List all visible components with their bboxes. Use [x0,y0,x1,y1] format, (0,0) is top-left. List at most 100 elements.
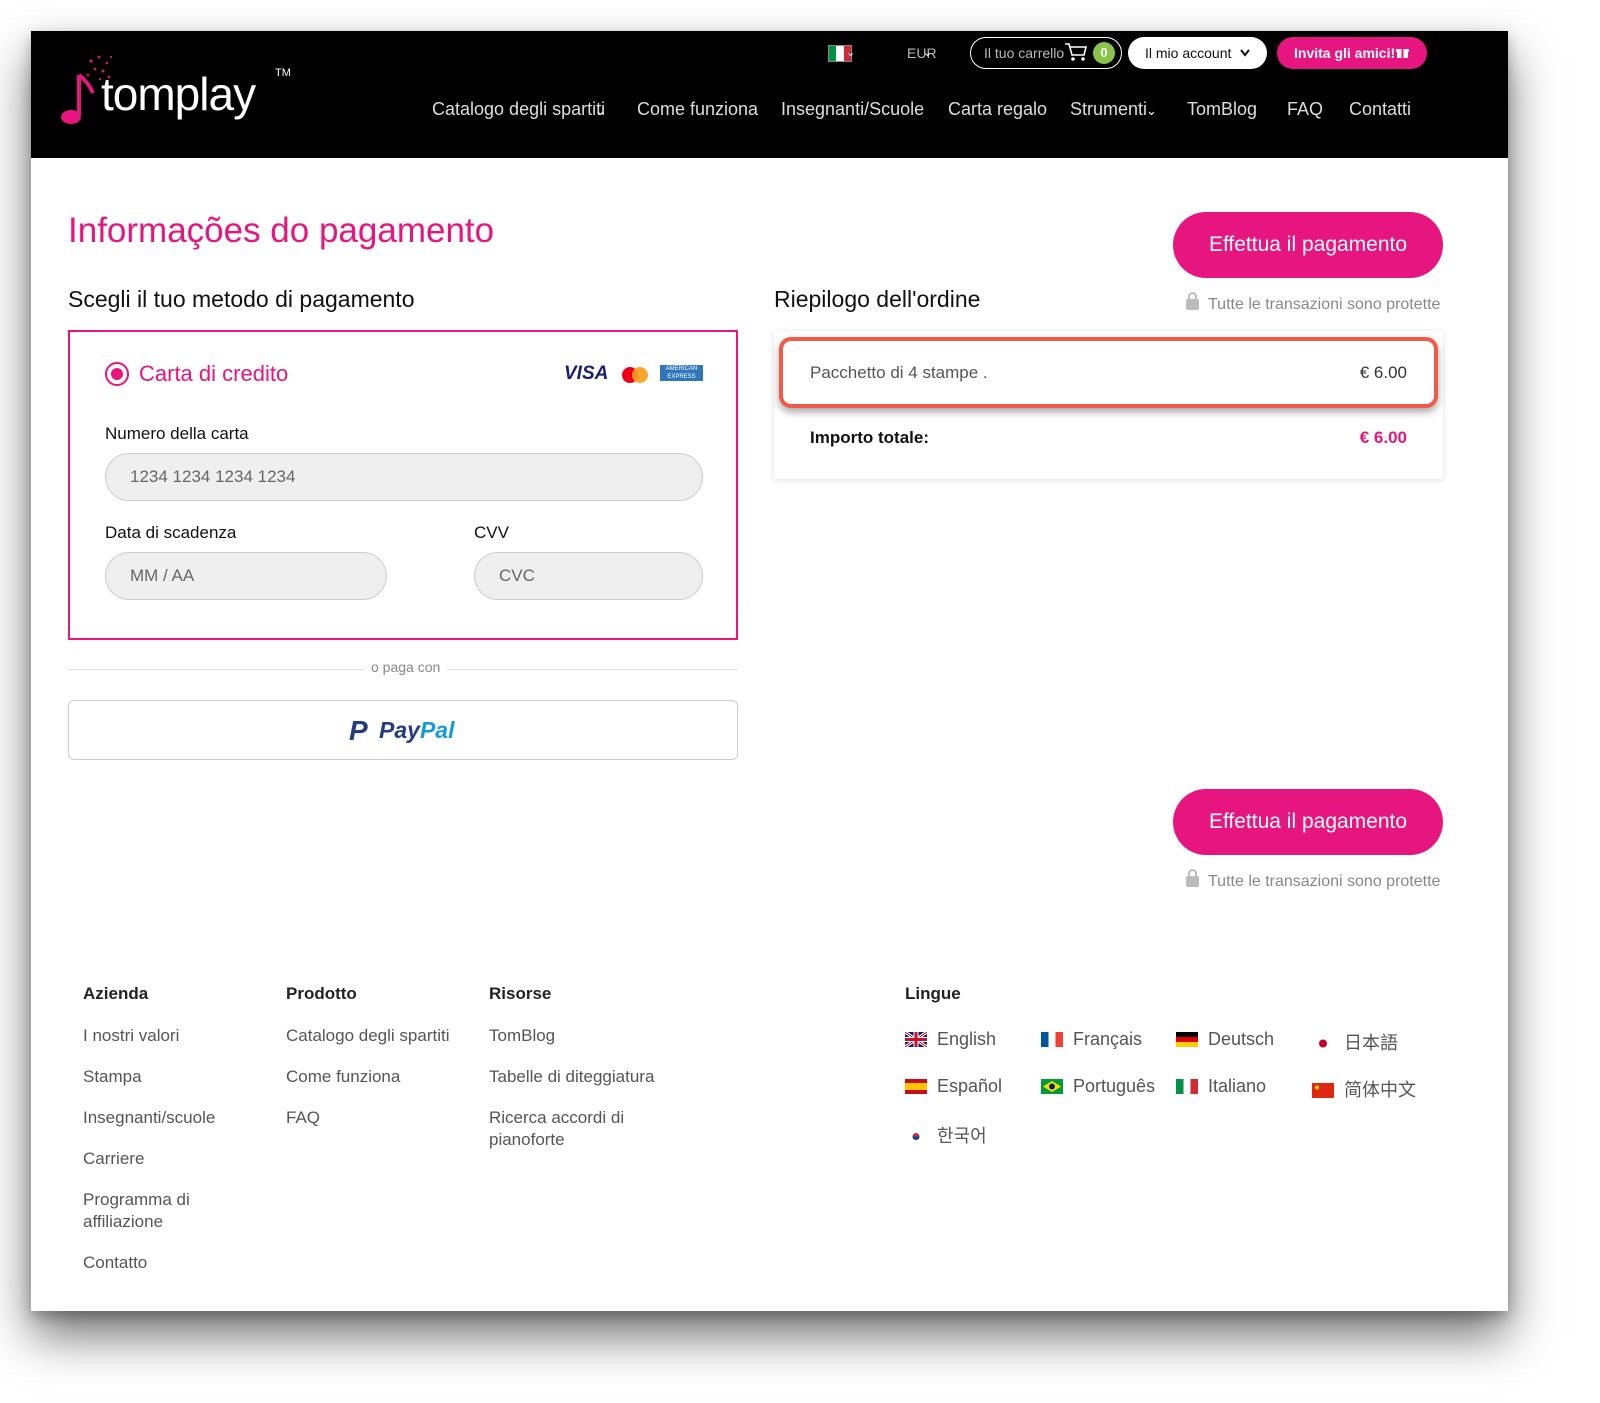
cvv-label: CVV [474,523,509,542]
catalogo-chevron-down-icon[interactable]: ⌄ [595,103,606,119]
language-chinese[interactable]: 简体中文 [1312,1076,1416,1102]
nav-item-tomblog[interactable]: TomBlog [1187,99,1257,120]
language-spanish[interactable]: Español [905,1076,1002,1097]
main-nav: Catalogo degli spartiti ⌄ Come funziona … [31,99,1508,129]
secure-note-top: Tutte le transazioni sono protette [1186,292,1441,314]
germany-flag-icon [1176,1032,1198,1047]
order-item-row: Pacchetto di 4 stampe . € 6.00 [779,337,1438,408]
language-english[interactable]: English [905,1029,996,1050]
invite-label: Invita gli amici! [1294,45,1396,61]
page-title: Informações do pagamento [68,211,495,250]
footer-link[interactable]: Ricerca accordi di pianoforte [489,1107,634,1151]
japan-flag-icon [1312,1036,1334,1051]
brazil-flag-icon [1041,1079,1063,1094]
paypal-icon: P [349,715,368,746]
footer-link[interactable]: Carriere [83,1148,144,1170]
secure-note-bottom: Tutte le transazioni sono protette [1186,869,1441,891]
cart-count-badge: 0 [1093,42,1115,64]
total-value: € 6.00 [1359,428,1407,447]
footer-link[interactable]: Come funziona [286,1066,400,1088]
order-item-name: Pacchetto di 4 stampe . [810,363,988,382]
language-italian[interactable]: Italiano [1176,1076,1266,1097]
nav-item-contatti[interactable]: Contatti [1349,99,1411,120]
site-header: tomplay TM ⌄ EUR ⌄ Il tuo carrello 0 Il … [31,31,1508,158]
nav-item-insegnanti[interactable]: Insegnanti/Scuole [781,99,924,120]
order-summary-title: Riepilogo dell'ordine [774,286,981,312]
cvv-input[interactable]: CVC [474,552,703,600]
spain-flag-icon [905,1079,927,1094]
order-summary-panel: Pacchetto di 4 stampe . € 6.00 Importo t… [774,331,1443,479]
footer-link[interactable]: Tabelle di diteggiatura [489,1066,654,1088]
account-chevron-down-icon [1240,49,1250,57]
payment-method-title: Scegli il tuo metodo di pagamento [68,286,415,312]
language-label: English [937,1029,997,1049]
credit-card-label[interactable]: Carta di credito [139,361,288,387]
footer-link[interactable]: Insegnanti/scuole [83,1107,215,1129]
language-label: Italiano [1208,1076,1267,1096]
visa-logo-icon: VISA [564,363,609,384]
card-number-input[interactable]: 1234 1234 1234 1234 [105,453,703,501]
paypal-pal: Pal [419,717,455,743]
or-pay-with: o paga con [364,659,448,675]
credit-card-radio[interactable] [105,362,129,386]
expiry-label: Data di scadenza [105,523,237,542]
lock-icon [1186,869,1199,887]
language-japanese[interactable]: 日本語 [1312,1029,1398,1055]
footer-azienda-title: Azienda [83,984,149,1003]
korea-flag-icon [905,1129,927,1144]
lock-icon [1186,292,1199,310]
language-label: Deutsch [1208,1029,1275,1049]
paypal-button[interactable]: P PayPal [68,700,738,760]
credit-card-panel: Carta di credito VISA AMERICAN EXPRESS N… [68,330,738,640]
footer-link[interactable]: TomBlog [489,1025,555,1047]
language-chevron-down-icon[interactable]: ⌄ [846,46,855,59]
language-german[interactable]: Deutsch [1176,1029,1274,1050]
nav-item-faq[interactable]: FAQ [1287,99,1323,120]
card-number-label: Numero della carta [105,424,249,443]
paypal-logo: PayPal [379,717,454,744]
footer-prodotto-title: Prodotto [286,984,357,1003]
nav-item-carta-regalo[interactable]: Carta regalo [948,99,1047,120]
secure-text: Tutte le transazioni sono protette [1208,873,1441,890]
gift-icon [1396,49,1409,58]
footer-link[interactable]: Stampa [83,1066,142,1088]
nav-item-catalogo[interactable]: Catalogo degli spartiti [432,99,605,120]
footer-link[interactable]: Catalogo degli spartiti [286,1025,449,1047]
secure-text: Tutte le transazioni sono protette [1208,296,1441,313]
amex-logo-icon: AMERICAN EXPRESS [660,365,703,381]
language-label: Español [937,1076,1003,1096]
footer-lingue-title: Lingue [905,984,961,1003]
browser-page: tomplay TM ⌄ EUR ⌄ Il tuo carrello 0 Il … [31,31,1508,1311]
footer-risorse-title: Risorse [489,984,552,1003]
nav-item-come-funziona[interactable]: Come funziona [637,99,758,120]
language-portuguese[interactable]: Português [1041,1076,1155,1097]
footer-link[interactable]: I nostri valori [83,1025,179,1047]
paypal-pay: Pay [379,717,420,743]
currency-chevron-down-icon[interactable]: ⌄ [923,46,932,59]
france-flag-icon [1041,1032,1063,1047]
language-label: Français [1073,1029,1143,1049]
order-item-price: € 6.00 [1359,363,1407,382]
mastercard-logo-icon [622,367,648,383]
expiry-input[interactable]: MM / AA [105,552,387,600]
uk-flag-icon [905,1032,927,1047]
total-label: Importo totale: [810,428,929,447]
cart-label: Il tuo carrello [984,45,1065,61]
pay-button-bottom[interactable]: Effettua il pagamento [1173,789,1443,855]
cart-button[interactable]: Il tuo carrello 0 [970,37,1122,69]
footer-link[interactable]: FAQ [286,1107,320,1129]
header-utility-bar: ⌄ EUR ⌄ Il tuo carrello 0 Il mio account… [31,37,1508,71]
language-label: 日本語 [1344,1033,1398,1053]
strumenti-chevron-down-icon[interactable]: ⌄ [1146,103,1157,119]
pay-button-top[interactable]: Effettua il pagamento [1173,212,1443,278]
invite-friends-button[interactable]: Invita gli amici! [1277,37,1427,69]
language-label: 简体中文 [1344,1080,1416,1100]
nav-item-strumenti[interactable]: Strumenti [1070,99,1147,120]
my-account-button[interactable]: Il mio account [1128,37,1267,69]
language-korean[interactable]: 한국어 [905,1122,987,1148]
italy-flag-icon [1176,1079,1198,1094]
footer-link[interactable]: Contatto [83,1252,147,1274]
language-french[interactable]: Français [1041,1029,1142,1050]
cart-icon [1064,41,1088,69]
footer-link[interactable]: Programma di affiliazione [83,1189,213,1233]
